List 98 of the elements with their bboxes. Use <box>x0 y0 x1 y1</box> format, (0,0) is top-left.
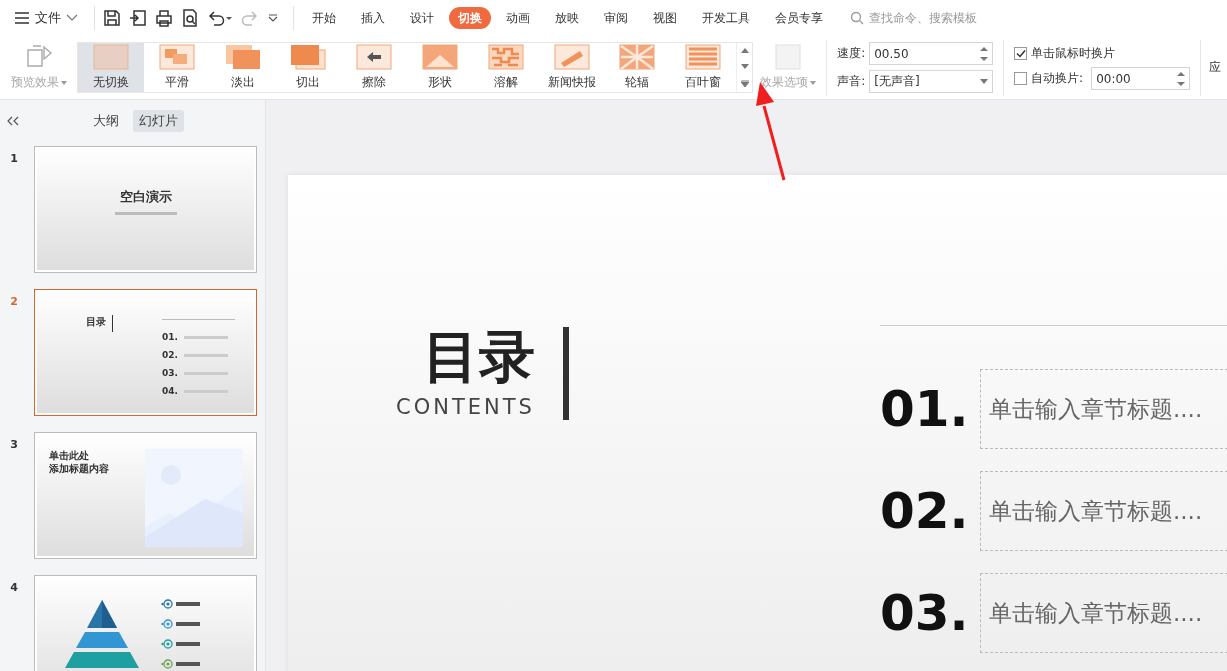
triangle-slide-icon <box>422 44 458 70</box>
menu-icon <box>14 11 30 25</box>
undo-icon[interactable] <box>207 9 233 27</box>
caret-icon <box>60 80 67 85</box>
panel-tab[interactable]: 幻灯片 <box>133 110 184 132</box>
chapter-title-placeholder[interactable]: 单击输入章节标题.... <box>980 573 1227 653</box>
slide-subtitle: CONTENTS <box>396 395 535 419</box>
text-placeholder-bar <box>176 662 200 666</box>
maze-pattern-icon <box>487 44 524 70</box>
text-placeholder-bar <box>183 335 228 339</box>
checkbox-label: 单击鼠标时换片 <box>1031 45 1116 62</box>
menu-tab[interactable]: 插入 <box>351 7 395 29</box>
slide-title: 目录 <box>422 327 535 387</box>
preview-icon <box>24 44 53 70</box>
menu-tab[interactable]: 设计 <box>400 7 444 29</box>
thumbnail-item-number: 03. <box>162 368 178 378</box>
caret-icon <box>809 80 816 85</box>
horizontal-stripes-icon <box>685 44 722 70</box>
fade-squares-icon <box>224 44 261 70</box>
chapter-title-placeholder[interactable]: 单击输入章节标题.... <box>980 471 1227 551</box>
spinner-arrows-icon <box>1177 70 1186 87</box>
dropdown-arrow-icon <box>980 79 989 84</box>
sunburst-icon <box>619 44 656 70</box>
file-menu-button[interactable]: 文件 <box>14 9 78 27</box>
chevron-down-icon <box>66 14 78 22</box>
thumbnail-title: 空白演示 <box>119 188 172 206</box>
print-preview-icon[interactable] <box>181 9 199 27</box>
circle-icon <box>161 659 173 669</box>
cut-squares-icon <box>290 44 327 70</box>
menu-tab[interactable]: 放映 <box>545 7 589 29</box>
circle-icon <box>161 639 173 649</box>
thumbnail-item-number: 01. <box>162 332 178 342</box>
text-placeholder-bar <box>176 602 200 606</box>
slide-thumbnail[interactable] <box>34 575 257 671</box>
blank-slide-icon <box>93 44 130 70</box>
checkbox[interactable] <box>1014 47 1028 60</box>
transition-option[interactable]: 形状 <box>407 43 473 92</box>
slide-number: 2 <box>9 294 19 308</box>
checkbox-label: 自动换片: <box>1031 70 1084 87</box>
menu-tab[interactable]: 开发工具 <box>692 7 760 29</box>
circle-icon <box>161 599 173 609</box>
transition-option[interactable]: 切出 <box>275 43 342 92</box>
diagonal-bar-icon <box>553 44 590 70</box>
text-placeholder-bar <box>176 642 200 646</box>
chapter-number: 03. <box>880 584 970 642</box>
speed-field[interactable]: 00.50 <box>869 42 994 65</box>
collapse-icon[interactable] <box>7 116 19 126</box>
chapter-number: 02. <box>880 482 970 540</box>
left-arrow-slide-icon <box>356 44 393 70</box>
slide-number: 3 <box>9 437 19 451</box>
slide-thumbnail[interactable]: 空白演示 <box>34 146 257 273</box>
checkbox[interactable] <box>1014 72 1028 85</box>
text-placeholder-bar <box>183 353 228 357</box>
menu-tab[interactable]: 开始 <box>302 7 346 29</box>
transition-option[interactable]: 轮辐 <box>604 43 671 92</box>
transition-option[interactable]: 擦除 <box>341 43 408 92</box>
slide-thumbnail[interactable]: 目录 01. 02. 03. 04. <box>34 289 257 416</box>
slide-number: 4 <box>9 580 19 594</box>
slide-number: 1 <box>9 151 19 165</box>
subtitle-placeholder-bar <box>114 212 177 215</box>
auto-advance-time-field[interactable]: 00:00 <box>1091 67 1191 90</box>
thumbnail-heading: 目录 <box>85 315 113 332</box>
search-icon <box>850 11 864 25</box>
panel-tab[interactable]: 大纲 <box>87 110 125 132</box>
transition-option[interactable]: 溶解 <box>472 43 539 92</box>
sound-label: 声音: <box>837 73 866 90</box>
menu-tab[interactable]: 审阅 <box>594 7 638 29</box>
blank-square-icon <box>774 44 801 70</box>
overlap-squares-icon <box>158 44 195 70</box>
export-document-icon[interactable] <box>129 9 147 27</box>
thumbnail-title: 单击此处 <box>49 449 89 462</box>
chapter-title-placeholder[interactable]: 单击输入章节标题.... <box>980 369 1227 449</box>
scroll-down-icon[interactable] <box>740 64 749 69</box>
expand-gallery-icon[interactable] <box>740 79 749 87</box>
spinner-arrows-icon <box>980 45 989 62</box>
thumbnail-item-number: 04. <box>162 386 178 396</box>
slide-thumbnail[interactable]: 单击此处 添加标题内容 <box>34 432 257 559</box>
transition-option[interactable]: 新闻快报 <box>538 43 605 92</box>
circle-icon <box>161 619 173 629</box>
transition-option[interactable]: 无切换 <box>78 43 144 92</box>
text-placeholder-bar <box>176 622 200 626</box>
print-icon[interactable] <box>155 9 173 27</box>
transition-option[interactable]: 平滑 <box>143 43 210 92</box>
scroll-up-icon[interactable] <box>740 48 749 54</box>
speed-label: 速度: <box>837 45 866 62</box>
cut-off-label: 应 <box>1209 59 1221 76</box>
customize-dropdown-icon[interactable] <box>267 12 279 24</box>
thumbnail-title: 添加标题内容 <box>49 462 109 475</box>
menu-tab[interactable]: 视图 <box>643 7 687 29</box>
sound-field[interactable]: [无声音] <box>869 70 994 93</box>
thumbnail-item-number: 02. <box>162 350 178 360</box>
menu-tab[interactable]: 会员专享 <box>765 7 833 29</box>
search-field[interactable]: 查找命令、搜索模板 <box>850 10 1027 26</box>
transition-option[interactable]: 淡出 <box>209 43 276 92</box>
save-icon[interactable] <box>103 9 121 27</box>
menu-tab[interactable]: 动画 <box>496 7 540 29</box>
transition-option[interactable]: 百叶窗 <box>670 43 737 92</box>
chapter-number: 01. <box>880 380 970 438</box>
